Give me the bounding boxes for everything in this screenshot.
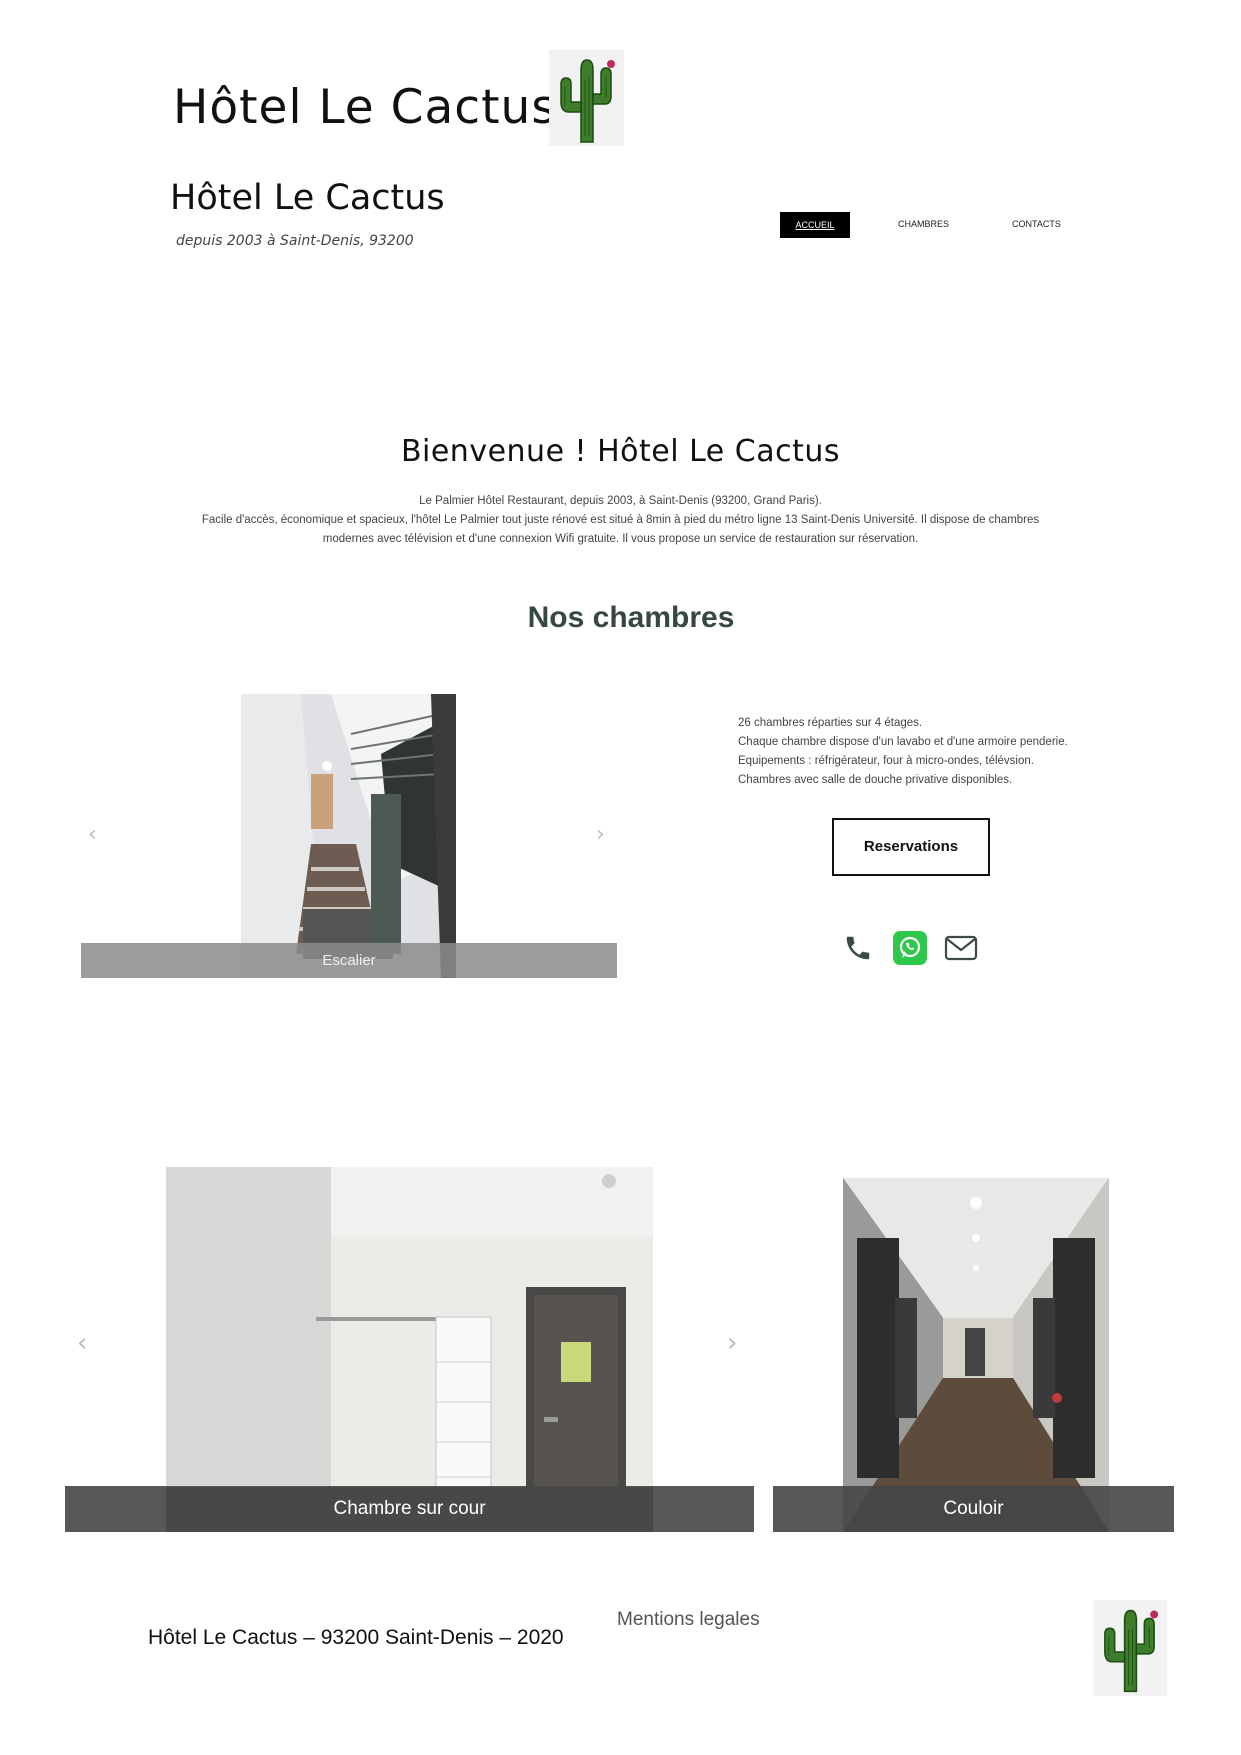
room-info-line-1: 26 chambres réparties sur 4 étages.: [738, 717, 923, 729]
brand-title: Hôtel Le Cactus: [170, 178, 445, 218]
cactus-logo: [549, 50, 624, 146]
room-info-line-3: Equipements : réfrigérateur, four à micr…: [738, 755, 1034, 767]
main-nav: ACCUEIL: [780, 212, 850, 238]
carousel3-caption: Couloir: [773, 1486, 1174, 1532]
legal-notice-link[interactable]: Mentions legales: [617, 1609, 760, 1631]
carousel1-caption: Escalier: [81, 943, 617, 978]
reservations-button[interactable]: Reservations: [832, 818, 990, 876]
top-title: Hôtel Le Cactus: [173, 80, 557, 135]
welcome-line-2: Facile d'accès, économique et spacieux, …: [201, 514, 1040, 545]
carousel2-prev-icon[interactable]: ‹: [77, 1328, 87, 1358]
welcome-line-1: Le Palmier Hôtel Restaurant, depuis 2003…: [419, 495, 822, 507]
whatsapp-icon[interactable]: [892, 930, 928, 966]
cactus-logo-footer: [1093, 1600, 1167, 1696]
carousel1-prev-icon[interactable]: ‹: [88, 822, 97, 847]
rooms-title: Nos chambres: [527, 601, 735, 634]
footer-text: Hôtel Le Cactus – 93200 Saint-Denis – 20…: [148, 1626, 564, 1649]
room-info-line-2: Chaque chambre dispose d'un lavabo et d'…: [738, 736, 1068, 748]
carousel1-next-icon[interactable]: ›: [596, 822, 605, 847]
phone-icon[interactable]: [840, 930, 876, 966]
nav-contacts[interactable]: CONTACTS: [1012, 219, 1061, 229]
room-photo: [166, 1167, 653, 1532]
staircase-photo: [241, 694, 456, 978]
nav-chambres[interactable]: CHAMBRES: [898, 219, 949, 229]
corridor-photo: [843, 1178, 1109, 1532]
welcome-title: Bienvenue ! Hôtel Le Cactus: [400, 434, 841, 469]
carousel2-caption: Chambre sur cour: [65, 1486, 754, 1532]
email-icon[interactable]: [943, 930, 979, 966]
carousel2-next-icon[interactable]: ›: [727, 1328, 737, 1358]
room-info-line-4: Chambres avec salle de douche privative …: [738, 774, 1013, 786]
brand-subtitle: depuis 2003 à Saint-Denis, 93200: [176, 233, 414, 249]
nav-accueil[interactable]: ACCUEIL: [780, 212, 850, 238]
